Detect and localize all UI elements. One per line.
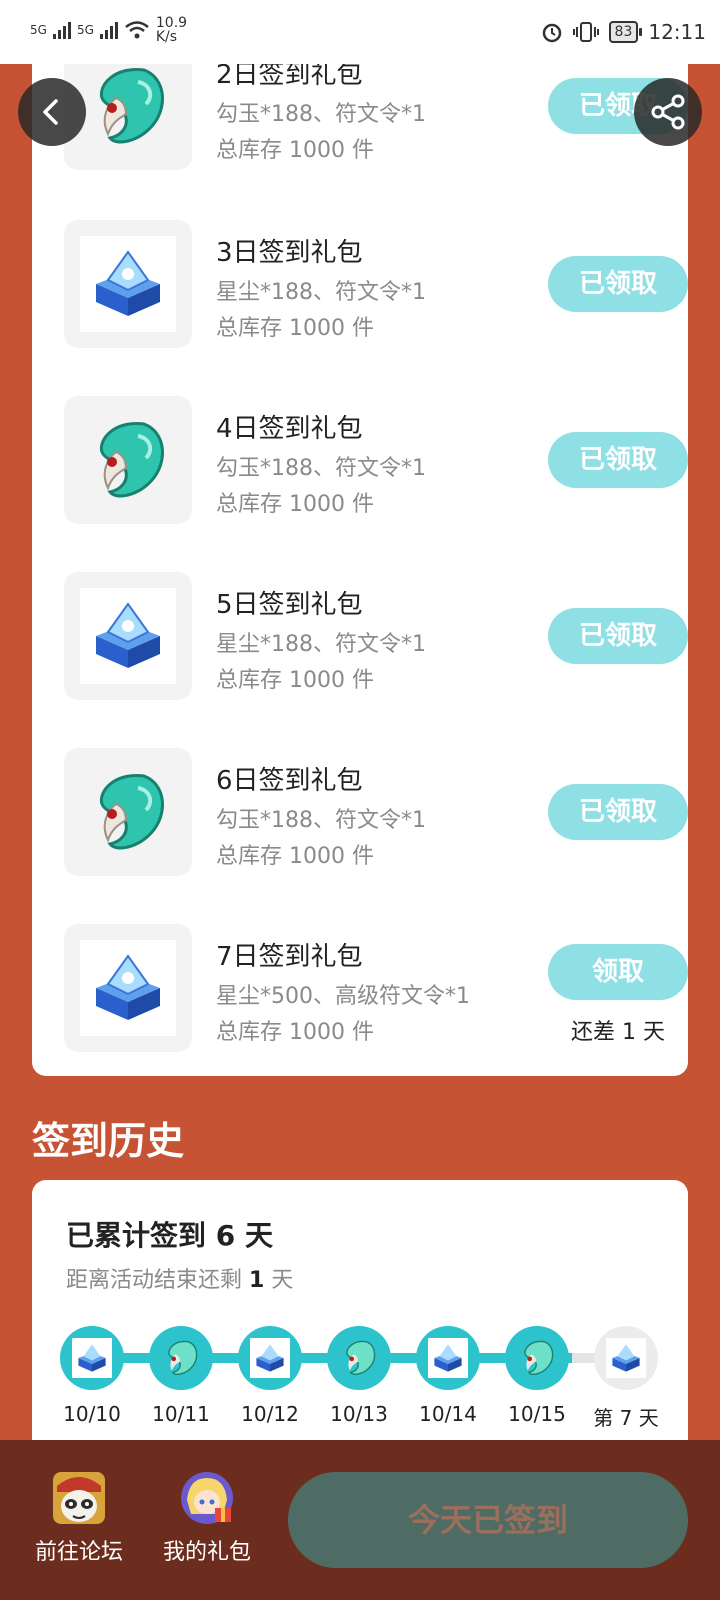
my-gifts-label: 我的礼包 xyxy=(162,1540,251,1565)
remaining-prefix: 距离活动结束还剩 xyxy=(66,1268,243,1293)
gift-stock: 总库存 1000 件 xyxy=(216,668,374,693)
network-type-1: 5G xyxy=(30,23,47,37)
timeline-date: 10/15 xyxy=(508,1402,566,1426)
my-gifts-link[interactable]: 我的礼包 xyxy=(152,1470,262,1566)
gift-desc: 星尘*188、符文令*1 xyxy=(216,632,426,657)
gift-row: 3日签到礼包 星尘*188、符文令*1 总库存 1000 件 已领取 xyxy=(64,220,688,348)
gift-row: 4日签到礼包 勾玉*188、符文令*1 总库存 1000 件 已领取 xyxy=(64,396,688,524)
my-gifts-avatar-icon xyxy=(179,1470,235,1526)
clock: 12:11 xyxy=(648,20,706,44)
timeline-date: 10/11 xyxy=(152,1402,210,1426)
claim-button[interactable]: 领取 xyxy=(548,944,688,1000)
gift-thumbnail xyxy=(64,572,192,700)
magatama-icon xyxy=(517,1338,557,1378)
claimed-button[interactable]: 已领取 xyxy=(548,432,688,488)
stardust-chest-icon xyxy=(80,588,176,684)
stardust-chest-icon xyxy=(428,1338,468,1378)
gift-stock: 总库存 1000 件 xyxy=(216,138,374,163)
gift-title: 3日签到礼包 xyxy=(216,238,363,268)
gift-row: 6日签到礼包 勾玉*188、符文令*1 总库存 1000 件 已领取 xyxy=(64,748,688,876)
magatama-icon xyxy=(80,764,176,860)
gift-stock: 总库存 1000 件 xyxy=(216,492,374,517)
timeline-date: 10/14 xyxy=(419,1402,477,1426)
history-heading: 签到历史 xyxy=(32,1119,185,1163)
stardust-chest-icon xyxy=(80,236,176,332)
gift-thumbnail xyxy=(64,924,192,1052)
timeline-date: 10/10 xyxy=(63,1402,121,1426)
checked-in-today-button[interactable]: 今天已签到 xyxy=(288,1472,688,1568)
status-bar: 5G 5G 10.9 K/s 83 12:11 xyxy=(0,0,720,64)
signal-icon-2 xyxy=(99,21,118,39)
timeline-node xyxy=(60,1326,124,1390)
gift-thumbnail xyxy=(64,748,192,876)
timeline-node xyxy=(416,1326,480,1390)
gift-title: 7日签到礼包 xyxy=(216,942,363,972)
gift-list-card: 2日签到礼包 勾玉*188、符文令*1 总库存 1000 件 已领取 3日签到礼… xyxy=(32,0,688,1076)
gift-desc: 星尘*188、符文令*1 xyxy=(216,280,426,305)
bottom-bar: 前往论坛 我的礼包 今天已签到 xyxy=(0,1440,720,1600)
gift-title: 5日签到礼包 xyxy=(216,590,363,620)
net-speed: 10.9 K/s xyxy=(156,16,187,44)
wifi-icon xyxy=(125,21,149,39)
gift-desc: 星尘*500、高级符文令*1 xyxy=(216,984,470,1009)
remaining-suffix: 天 xyxy=(271,1268,294,1293)
magatama-icon xyxy=(80,58,176,154)
checkin-summary: 已累计签到 6 天 xyxy=(66,1219,273,1252)
remaining-days: 1 xyxy=(249,1268,265,1293)
gift-thumbnail xyxy=(64,396,192,524)
claimed-button[interactable]: 已领取 xyxy=(548,256,688,312)
battery-icon: 83 xyxy=(608,21,643,43)
activity-remaining: 距离活动结束还剩 1 天 xyxy=(66,1262,293,1294)
timeline-node xyxy=(238,1326,302,1390)
back-button[interactable] xyxy=(18,78,86,146)
back-arrow-icon xyxy=(43,99,58,125)
network-type-2: 5G xyxy=(76,23,94,37)
forum-label: 前往论坛 xyxy=(34,1540,123,1565)
gift-thumbnail xyxy=(64,220,192,348)
vibrate-icon xyxy=(572,22,599,42)
history-card: 已累计签到 6 天 距离活动结束还剩 1 天 10/10 10/11 10/12… xyxy=(32,1180,688,1480)
signal-icon xyxy=(52,21,71,39)
magatama-icon xyxy=(80,412,176,508)
stardust-chest-icon xyxy=(606,1338,646,1378)
gift-stock: 总库存 1000 件 xyxy=(216,844,374,869)
gift-title: 6日签到礼包 xyxy=(216,766,363,796)
claimed-button[interactable]: 已领取 xyxy=(548,608,688,664)
gift-stock: 总库存 1000 件 xyxy=(216,1020,374,1045)
gift-row: 7日签到礼包 星尘*500、高级符文令*1 总库存 1000 件 领取 还差 1… xyxy=(64,924,688,1052)
gift-desc: 勾玉*188、符文令*1 xyxy=(216,808,426,833)
remaining-days-text: 还差 1 天 xyxy=(571,1020,665,1045)
status-right: 83 12:11 xyxy=(541,20,706,44)
gift-title: 4日签到礼包 xyxy=(216,414,363,444)
net-speed-value: 10.9 xyxy=(155,15,188,31)
timeline-date: 第 7 天 xyxy=(593,1406,659,1430)
alarm-icon xyxy=(542,23,561,43)
stardust-chest-icon xyxy=(250,1338,290,1378)
stardust-chest-icon xyxy=(80,940,176,1036)
claimed-button[interactable]: 已领取 xyxy=(548,784,688,840)
gift-desc: 勾玉*188、符文令*1 xyxy=(216,102,426,127)
timeline-date: 10/12 xyxy=(241,1402,299,1426)
gift-row: 5日签到礼包 星尘*188、符文令*1 总库存 1000 件 已领取 xyxy=(64,572,688,700)
timeline-date: 10/13 xyxy=(330,1402,388,1426)
timeline-node-pending xyxy=(594,1326,658,1390)
gift-desc: 勾玉*188、符文令*1 xyxy=(216,456,426,481)
timeline-node xyxy=(327,1326,391,1390)
magatama-icon xyxy=(161,1338,201,1378)
magatama-icon xyxy=(339,1338,379,1378)
share-button[interactable] xyxy=(634,78,702,146)
timeline-node xyxy=(149,1326,213,1390)
timeline-node xyxy=(505,1326,569,1390)
stardust-chest-icon xyxy=(72,1338,112,1378)
status-left: 5G 5G 10.9 K/s xyxy=(30,16,187,44)
share-icon xyxy=(651,94,685,130)
gift-stock: 总库存 1000 件 xyxy=(216,316,374,341)
forum-avatar-icon xyxy=(51,1470,107,1526)
forum-link[interactable]: 前往论坛 xyxy=(24,1470,134,1566)
net-speed-unit: K/s xyxy=(155,29,178,45)
